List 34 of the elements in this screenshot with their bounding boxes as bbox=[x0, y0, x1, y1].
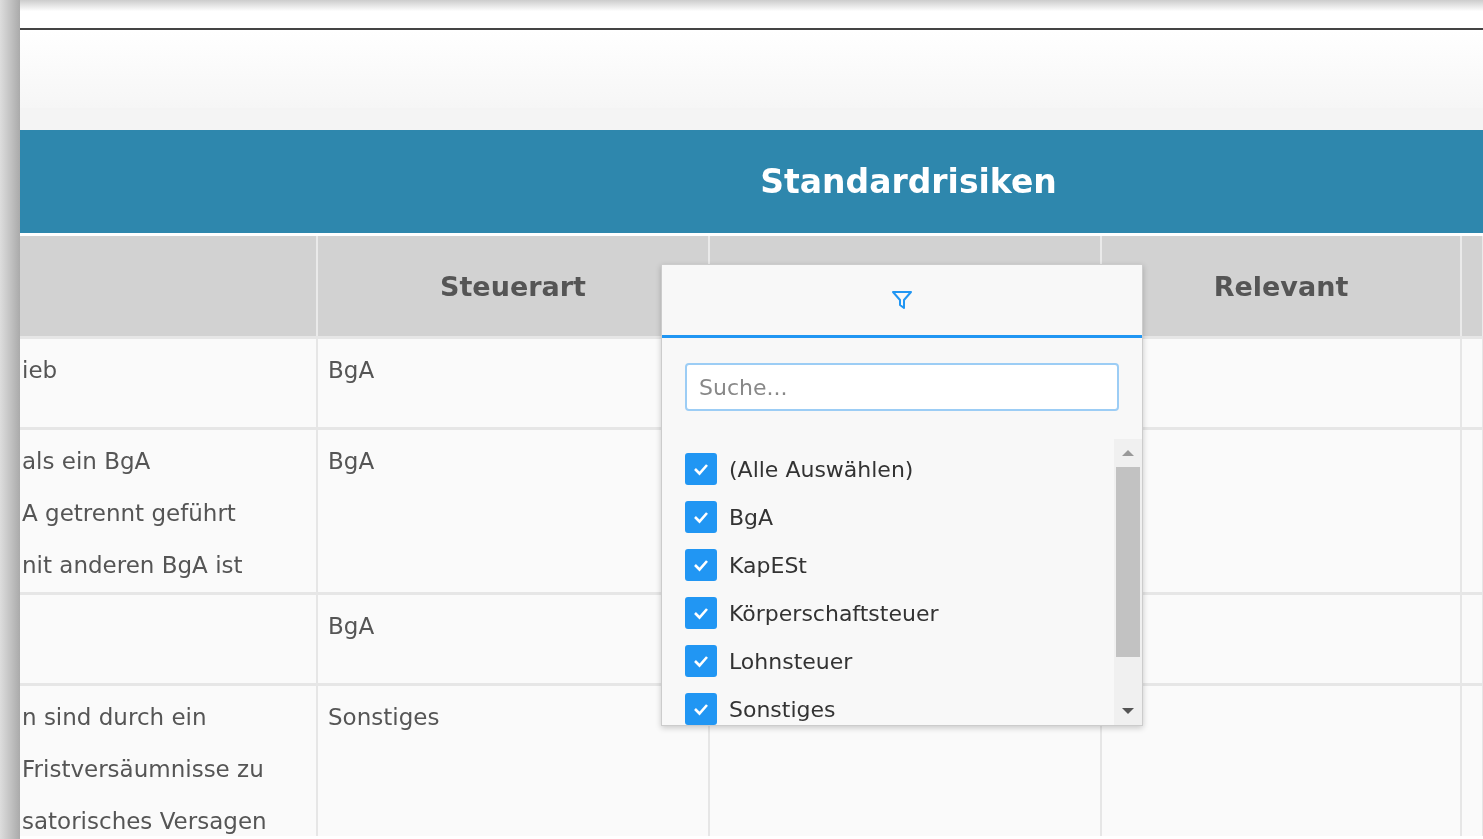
checkbox[interactable] bbox=[685, 501, 717, 533]
cell-text: satorisches Versagen bbox=[22, 807, 267, 836]
filter-icon[interactable] bbox=[891, 289, 913, 311]
column-header: Steuerart bbox=[440, 270, 586, 302]
option-label[interactable]: Körperschaftsteuer bbox=[729, 600, 939, 626]
cell-text: BgA bbox=[328, 612, 375, 641]
header-cell[interactable]: Steuerart bbox=[318, 236, 710, 336]
cell-text: BgA bbox=[328, 447, 375, 476]
cell-text: A getrennt geführt bbox=[22, 499, 236, 528]
cell-text: nit anderen BgA ist bbox=[22, 551, 243, 580]
cell-text: n sind durch ein bbox=[22, 703, 207, 732]
scroll-up-icon[interactable] bbox=[1121, 449, 1135, 457]
checkbox[interactable] bbox=[685, 549, 717, 581]
cell-text: BgA bbox=[328, 356, 375, 385]
option-label[interactable]: KapESt bbox=[729, 552, 807, 578]
cell-text: ieb bbox=[22, 356, 58, 385]
option-label[interactable]: (Alle Auswählen) bbox=[729, 456, 914, 482]
scrollbar-thumb[interactable] bbox=[1116, 467, 1140, 657]
banner-title: Standardrisiken bbox=[760, 162, 1057, 201]
option-label[interactable]: Sonstiges bbox=[729, 696, 836, 722]
checkbox[interactable] bbox=[685, 453, 717, 485]
checkbox[interactable] bbox=[685, 645, 717, 677]
search-field[interactable]: Suche... bbox=[685, 363, 1119, 411]
cell-text: Fristversäumnisse zu bbox=[22, 755, 264, 784]
header-cell[interactable]: Relevant bbox=[1102, 236, 1462, 336]
checkbox[interactable] bbox=[685, 597, 717, 629]
cell-text: als ein BgA bbox=[22, 447, 151, 476]
checkbox[interactable] bbox=[685, 693, 717, 725]
column-header: Relevant bbox=[1213, 270, 1349, 302]
scroll-down-icon[interactable] bbox=[1121, 707, 1135, 715]
scrollbar[interactable] bbox=[1114, 439, 1142, 725]
cell-text: Sonstiges bbox=[328, 703, 440, 732]
option-label[interactable]: Lohnsteuer bbox=[729, 648, 853, 674]
option-label[interactable]: BgA bbox=[729, 504, 774, 530]
